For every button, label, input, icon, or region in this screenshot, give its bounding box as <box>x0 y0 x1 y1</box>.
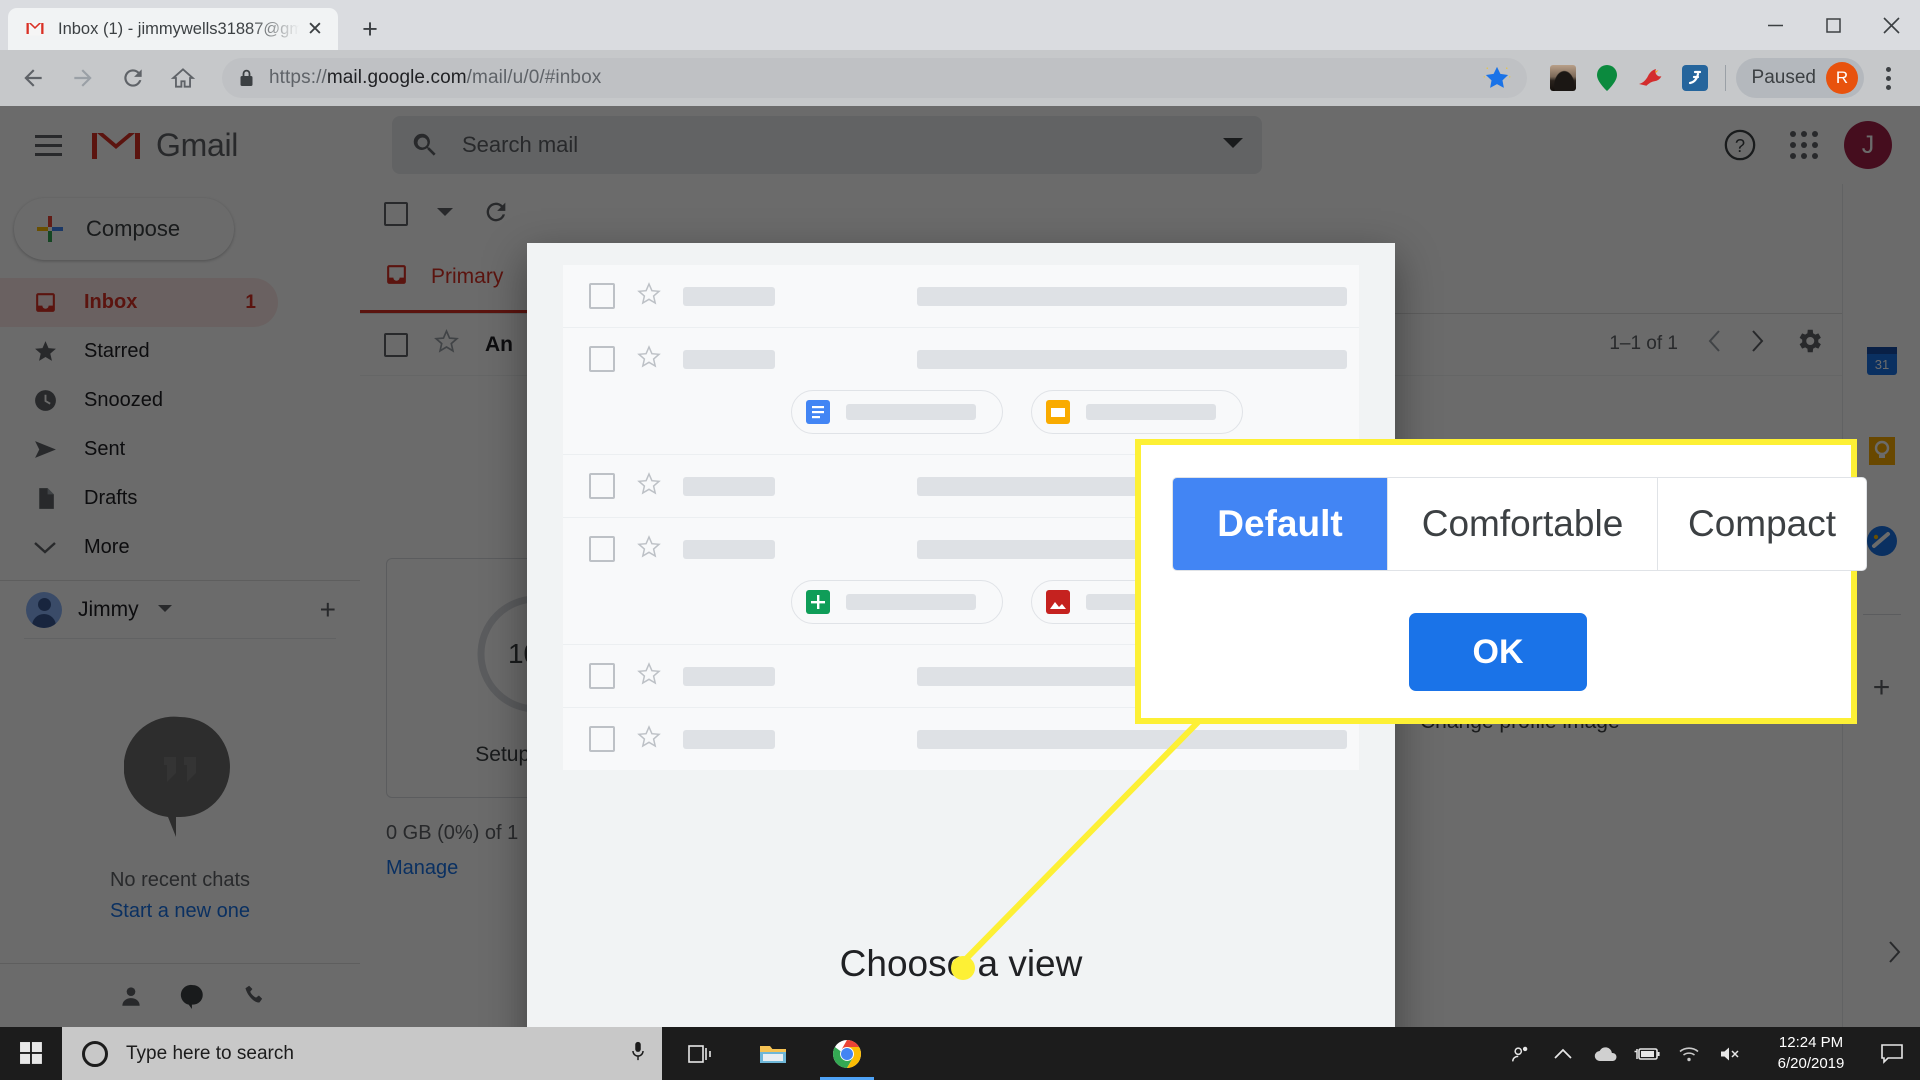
skeleton-checkbox <box>589 473 615 499</box>
star-icon <box>637 534 661 564</box>
url-scheme: https:// <box>269 67 327 88</box>
skeleton-bar <box>683 666 775 686</box>
url-host: mail.google.com <box>326 67 467 88</box>
attachment-chip <box>791 390 1003 434</box>
taskbar-search-input[interactable]: Type here to search <box>62 1027 662 1080</box>
battery-charging-icon[interactable] <box>1626 1027 1668 1080</box>
people-icon[interactable] <box>1500 1027 1542 1080</box>
skeleton-bar <box>846 594 976 610</box>
yellow-note-icon <box>1046 400 1070 424</box>
minimize-icon[interactable] <box>1746 0 1804 50</box>
skeleton-checkbox <box>589 536 615 562</box>
callout-option-default[interactable]: Default <box>1173 478 1388 570</box>
google-docs-icon <box>806 400 830 424</box>
new-tab-button[interactable]: + <box>352 11 388 47</box>
onedrive-icon[interactable] <box>1584 1027 1626 1080</box>
skeleton-checkbox <box>589 346 615 372</box>
profile-avatar[interactable]: R <box>1826 62 1858 94</box>
star-icon <box>637 661 661 691</box>
bookmark-star-icon[interactable] <box>1483 64 1511 92</box>
skeleton-bar <box>917 729 1347 749</box>
browser-tab[interactable]: Inbox (1) - jimmywells31887@gm ✕ <box>8 8 338 50</box>
task-view-icon[interactable] <box>662 1027 736 1080</box>
home-button[interactable] <box>162 57 204 99</box>
microphone-icon[interactable] <box>628 1040 648 1067</box>
blue-f-icon[interactable] <box>1675 58 1715 98</box>
url-path: /mail/u/0/#inbox <box>466 67 602 88</box>
skeleton-bar <box>683 286 775 306</box>
chrome-icon[interactable] <box>810 1027 884 1080</box>
skeleton-bar <box>917 286 1347 306</box>
browser-toolbar: https://mail.google.com/mail/u/0/#inbox <box>0 50 1920 106</box>
gmail-page: Gmail Search mail ? J <box>0 106 1920 1027</box>
taskbar-search-placeholder: Type here to search <box>126 1042 294 1064</box>
three-dot-menu-icon[interactable] <box>1868 58 1908 98</box>
clock-time: 12:24 PM <box>1778 1034 1844 1052</box>
address-bar[interactable]: https://mail.google.com/mail/u/0/#inbox <box>222 58 1527 98</box>
photo-extension-icon[interactable] <box>1543 58 1583 98</box>
callout-option-comfortable[interactable]: Comfortable <box>1388 478 1658 570</box>
list-item <box>563 265 1359 328</box>
skeleton-bar <box>683 729 775 749</box>
browser-tab-strip: Inbox (1) - jimmywells31887@gm ✕ + <box>0 0 1920 50</box>
callout-segmented-control: Default Comfortable Compact <box>1172 477 1867 571</box>
file-explorer-icon[interactable] <box>736 1027 810 1080</box>
windows-taskbar: Type here to search 12:24 PM 6/20/2019 <box>0 1027 1920 1080</box>
clock-date: 6/20/2019 <box>1777 1054 1845 1072</box>
attachment-chip <box>791 580 1003 624</box>
windows-start-icon[interactable] <box>0 1027 62 1080</box>
cortana-circle-icon <box>82 1040 108 1067</box>
callout-ok-button[interactable]: OK <box>1409 613 1587 691</box>
magnified-callout: Default Comfortable Compact OK <box>1135 439 1867 724</box>
list-item <box>563 328 1359 455</box>
image-file-icon <box>1046 590 1070 614</box>
browser-tab-title: Inbox (1) - jimmywells31887@gm <box>58 19 302 38</box>
gmail-m-icon <box>24 18 46 40</box>
skeleton-bar <box>1086 404 1216 420</box>
close-tab-icon[interactable]: ✕ <box>302 16 328 42</box>
star-icon <box>637 471 661 501</box>
skeleton-bar <box>683 539 775 559</box>
sync-paused-pill[interactable]: Paused R <box>1735 58 1864 98</box>
star-icon <box>637 724 661 754</box>
show-hidden-icons-icon[interactable] <box>1542 1027 1584 1080</box>
skeleton-bar <box>917 349 1347 369</box>
skeleton-checkbox <box>589 663 615 689</box>
callout-option-compact[interactable]: Compact <box>1658 478 1866 570</box>
reload-button[interactable] <box>112 57 154 99</box>
green-teardrop-icon[interactable] <box>1587 58 1627 98</box>
star-icon <box>637 281 661 311</box>
google-sheets-icon <box>806 590 830 614</box>
toolbar-divider <box>1724 65 1726 91</box>
wifi-icon[interactable] <box>1668 1027 1710 1080</box>
maximize-icon[interactable] <box>1804 0 1862 50</box>
forward-button[interactable] <box>62 57 104 99</box>
extension-icons <box>1543 58 1715 98</box>
red-bird-icon[interactable] <box>1631 58 1671 98</box>
volume-muted-icon[interactable] <box>1710 1027 1752 1080</box>
taskbar-clock[interactable]: 12:24 PM 6/20/2019 <box>1752 1027 1870 1080</box>
sync-paused-label: Paused <box>1751 67 1816 88</box>
skeleton-checkbox <box>589 283 615 309</box>
address-bar-url: https://mail.google.com/mail/u/0/#inbox <box>269 67 601 89</box>
back-button[interactable] <box>12 57 54 99</box>
skeleton-bar <box>683 476 775 496</box>
window-controls <box>1746 0 1920 50</box>
star-icon <box>637 344 661 374</box>
skeleton-bar <box>683 349 775 369</box>
attachment-chip <box>1031 390 1243 434</box>
skeleton-bar <box>846 404 976 420</box>
system-tray: 12:24 PM 6/20/2019 <box>1500 1027 1920 1080</box>
close-icon[interactable] <box>1862 0 1920 50</box>
lock-icon <box>238 68 255 88</box>
callout-anchor-dot <box>951 956 975 980</box>
skeleton-checkbox <box>589 726 615 752</box>
notification-icon[interactable] <box>1870 1027 1914 1080</box>
